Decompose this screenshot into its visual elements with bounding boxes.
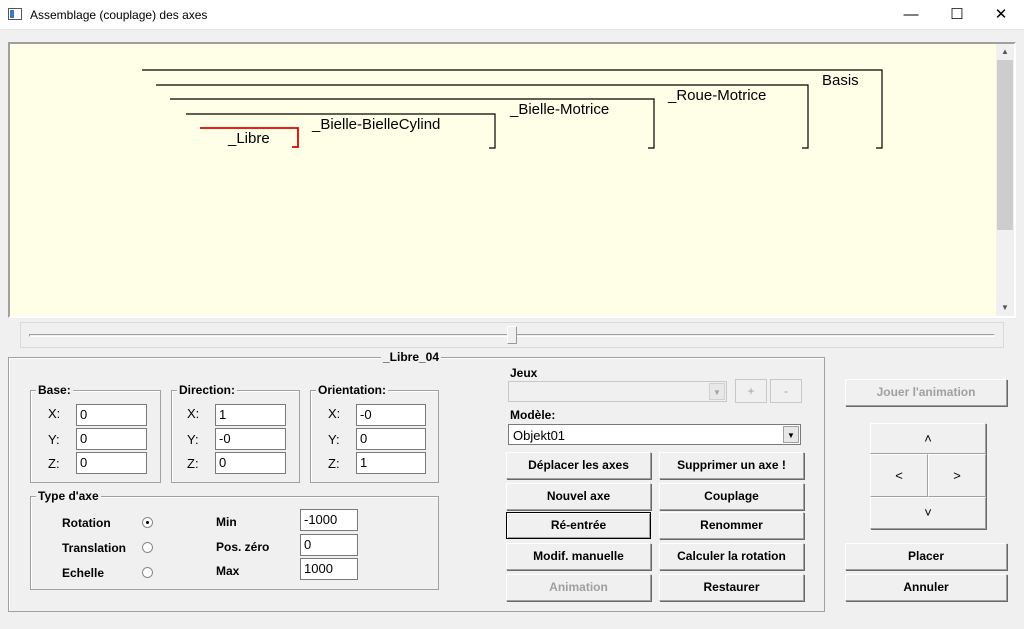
position-slider[interactable] bbox=[20, 322, 1004, 348]
down-arrow-icon[interactable]: ▼ bbox=[996, 300, 1014, 316]
chevron-down-icon[interactable]: ▼ bbox=[709, 383, 725, 400]
up-arrow-icon[interactable]: ▲ bbox=[996, 44, 1014, 60]
orientation-z-label: Z: bbox=[328, 456, 340, 471]
tree-node-libre[interactable]: _Libre bbox=[228, 130, 270, 147]
reentry-button[interactable]: Ré-entrée bbox=[506, 512, 651, 539]
jeux-remove-button[interactable]: - bbox=[770, 379, 802, 403]
place-button[interactable]: Placer bbox=[845, 543, 1007, 570]
animation-button[interactable]: Animation bbox=[506, 574, 651, 601]
direction-x-label: X: bbox=[187, 406, 200, 421]
max-field[interactable]: 1000 bbox=[300, 558, 358, 580]
nav-down-button[interactable]: ˅ bbox=[870, 497, 986, 529]
orientation-z-field[interactable]: 1 bbox=[356, 452, 426, 474]
echelle-label: Echelle bbox=[62, 566, 105, 580]
zero-position-label: Pos. zéro bbox=[216, 540, 270, 554]
title-bar: Assemblage (couplage) des axes — ☐ ✕ bbox=[0, 0, 1024, 30]
axis-panel-title: _Libre_04 bbox=[381, 350, 442, 364]
orientation-label: Orientation: bbox=[316, 383, 388, 397]
chevron-down-icon[interactable]: ▼ bbox=[783, 426, 799, 443]
zero-position-field[interactable]: 0 bbox=[300, 534, 358, 556]
translation-radio[interactable] bbox=[142, 542, 153, 553]
minimize-button[interactable]: — bbox=[888, 0, 934, 30]
slider-knob[interactable] bbox=[507, 326, 517, 344]
direction-y-label: Y: bbox=[187, 432, 199, 447]
min-field[interactable]: -1000 bbox=[300, 509, 358, 531]
direction-z-label: Z: bbox=[187, 456, 199, 471]
move-axes-button[interactable]: Déplacer les axes bbox=[506, 452, 651, 479]
jeux-label: Jeux bbox=[510, 366, 538, 380]
nav-up-button[interactable]: ˄ bbox=[870, 423, 986, 454]
base-x-label: X: bbox=[48, 406, 61, 421]
max-label: Max bbox=[216, 564, 240, 578]
rename-button[interactable]: Renommer bbox=[659, 512, 804, 539]
base-z-field[interactable]: 0 bbox=[76, 452, 147, 474]
tree-node-bielle-biellecylind[interactable]: _Bielle-BielleCylind bbox=[312, 116, 440, 133]
modele-label: Modèle: bbox=[510, 408, 556, 422]
modele-dropdown[interactable]: Objekt01 ▼ bbox=[508, 424, 801, 445]
orientation-x-label: X: bbox=[328, 406, 341, 421]
jeux-dropdown[interactable]: ▼ bbox=[508, 381, 727, 402]
orientation-y-label: Y: bbox=[328, 432, 340, 447]
manual-edit-button[interactable]: Modif. manuelle bbox=[506, 543, 651, 570]
cancel-button[interactable]: Annuler bbox=[845, 574, 1007, 601]
window-title: Assemblage (couplage) des axes bbox=[30, 8, 208, 22]
close-button[interactable]: ✕ bbox=[978, 0, 1024, 30]
rotation-radio[interactable] bbox=[142, 517, 153, 528]
coupling-button[interactable]: Couplage bbox=[659, 483, 804, 510]
min-label: Min bbox=[216, 515, 237, 529]
restore-button[interactable]: Restaurer bbox=[659, 574, 804, 601]
new-axis-button[interactable]: Nouvel axe bbox=[506, 483, 651, 510]
direction-y-field[interactable]: -0 bbox=[215, 428, 286, 450]
tree-node-bielle-motrice[interactable]: _Bielle-Motrice bbox=[510, 101, 609, 118]
direction-x-field[interactable]: 1 bbox=[215, 404, 286, 426]
echelle-radio[interactable] bbox=[142, 567, 153, 578]
rotation-label: Rotation bbox=[62, 516, 111, 530]
base-y-label: Y: bbox=[48, 432, 60, 447]
jeux-add-button[interactable]: + bbox=[735, 379, 767, 403]
base-y-field[interactable]: 0 bbox=[76, 428, 147, 450]
nav-right-button[interactable]: > bbox=[928, 454, 986, 497]
delete-axis-button[interactable]: Supprimer un axe ! bbox=[659, 452, 804, 479]
play-animation-button[interactable]: Jouer l'animation bbox=[845, 379, 1007, 406]
tree-node-roue-motrice[interactable]: _Roue-Motrice bbox=[668, 87, 766, 104]
axis-tree-canvas[interactable]: Basis _Roue-Motrice _Bielle-Motrice _Bie… bbox=[8, 42, 1016, 318]
orientation-y-field[interactable]: 0 bbox=[356, 428, 426, 450]
tree-node-basis[interactable]: Basis bbox=[822, 72, 859, 89]
orientation-x-field[interactable]: -0 bbox=[356, 404, 426, 426]
app-icon bbox=[8, 8, 22, 20]
base-z-label: Z: bbox=[48, 456, 60, 471]
maximize-button[interactable]: ☐ bbox=[934, 0, 980, 30]
nav-left-button[interactable]: < bbox=[870, 454, 928, 497]
modele-value: Objekt01 bbox=[513, 428, 566, 443]
calculate-rotation-button[interactable]: Calculer la rotation bbox=[659, 543, 804, 570]
axis-type-label: Type d'axe bbox=[36, 489, 101, 503]
scroll-thumb[interactable] bbox=[997, 60, 1013, 230]
base-x-field[interactable]: 0 bbox=[76, 404, 147, 426]
base-label: Base: bbox=[36, 383, 73, 397]
direction-z-field[interactable]: 0 bbox=[215, 452, 286, 474]
direction-label: Direction: bbox=[177, 383, 238, 397]
translation-label: Translation bbox=[62, 541, 127, 555]
canvas-vertical-scrollbar[interactable]: ▲ ▼ bbox=[996, 44, 1014, 316]
